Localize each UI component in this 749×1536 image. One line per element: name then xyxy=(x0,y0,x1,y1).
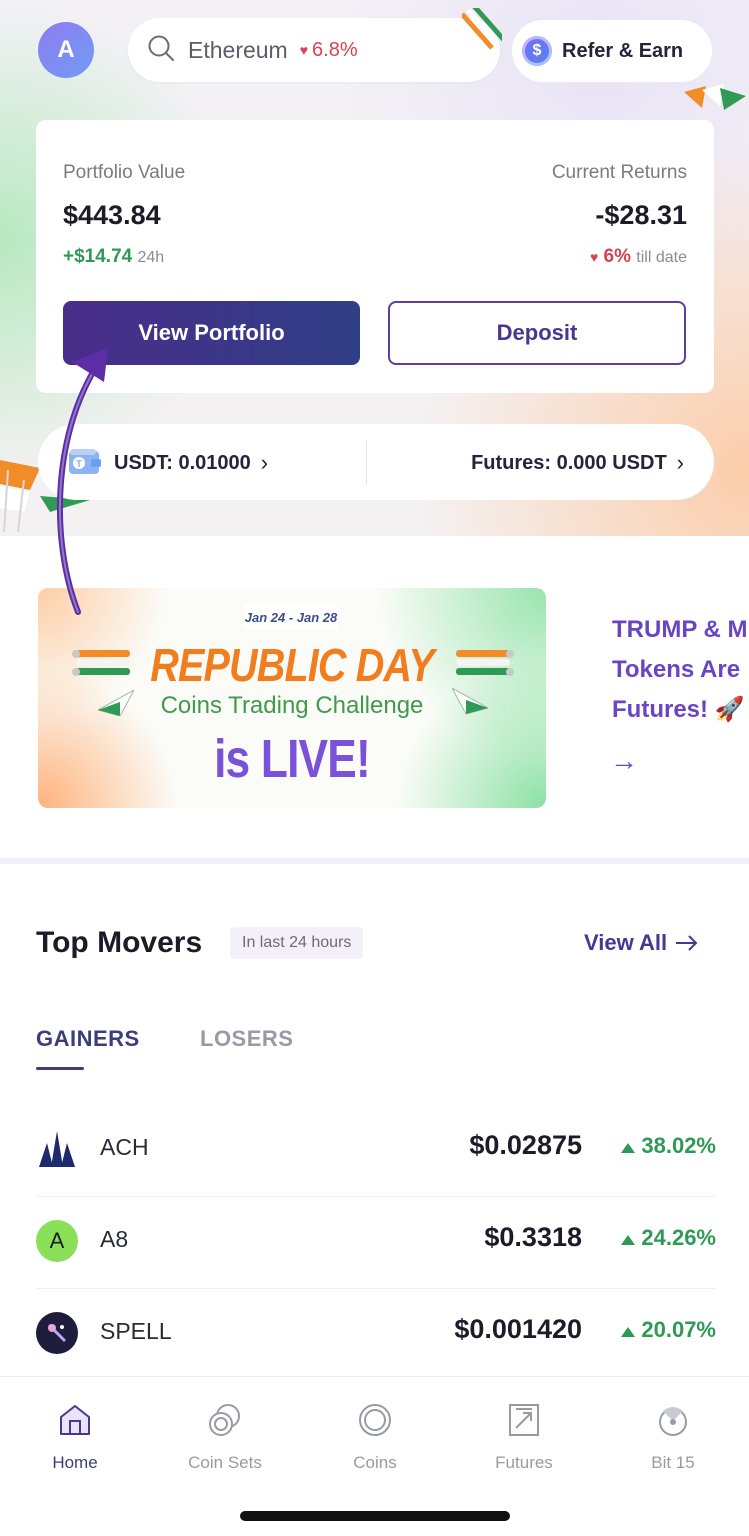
chevron-right-icon: › xyxy=(676,450,684,475)
time-range-chip: In last 24 hours xyxy=(230,927,364,959)
avatar[interactable]: A xyxy=(38,22,94,78)
tab-gainers[interactable]: GAINERS xyxy=(36,1026,140,1052)
coin-price: $0.02875 xyxy=(469,1130,582,1160)
nav-futures[interactable]: Futures xyxy=(464,1401,584,1473)
flag-decoration-icon xyxy=(684,84,746,110)
nav-label: Coin Sets xyxy=(188,1453,262,1472)
referral-coin-icon: $ xyxy=(522,36,552,66)
banner-side-line: Futures! 🚀 xyxy=(612,696,745,723)
nav-label: Home xyxy=(52,1453,98,1472)
refer-earn-label: Refer & Earn xyxy=(562,39,684,62)
coin-price: $0.001420 xyxy=(454,1314,582,1344)
search-trending-coin: Ethereum xyxy=(188,36,288,63)
row-divider xyxy=(36,1288,716,1289)
portfolio-24h-change: +$14.74 24h xyxy=(63,246,164,268)
ach-coin-icon xyxy=(36,1128,78,1170)
returns-pct-suffix: till date xyxy=(636,249,687,266)
wallet-icon: T xyxy=(69,449,101,474)
top-movers-title: Top Movers xyxy=(36,926,203,959)
row-divider xyxy=(36,1196,716,1197)
arrow-right-icon xyxy=(676,935,698,951)
banner-live-text: is LIVE! xyxy=(214,729,371,789)
coin-symbol: A8 xyxy=(100,1226,129,1252)
spell-coin-icon xyxy=(36,1312,78,1354)
search-change-value: 6.8% xyxy=(312,38,358,61)
balance-bar: T USDT: 0.01000 › Futures: 0.000 USDT › xyxy=(38,424,714,500)
coins-icon xyxy=(359,1404,391,1436)
bit15-icon xyxy=(659,1407,687,1436)
futures-balance: Futures: 0.000 USDT xyxy=(471,451,667,474)
portfolio-24h-suffix: 24h xyxy=(137,249,165,266)
deposit-button[interactable]: Deposit xyxy=(388,301,686,365)
coin-symbol: ACH xyxy=(100,1134,149,1160)
current-returns-label: Current Returns xyxy=(551,162,687,183)
divider xyxy=(366,440,367,484)
nav-label: Coins xyxy=(353,1453,397,1472)
banner-side-line: TRUMP & M xyxy=(612,616,748,643)
portfolio-card: Portfolio Value Current Returns $443.84 … xyxy=(36,120,714,393)
down-heart-icon: ♥ xyxy=(589,249,599,265)
refer-earn-button[interactable]: $ Refer & Earn xyxy=(512,20,712,82)
down-heart-icon: ♥ xyxy=(299,42,309,58)
republic-day-banner[interactable]: Jan 24 - Jan 28 REPUBLIC DAY Coins Tradi… xyxy=(38,588,546,808)
nav-coin-sets[interactable]: Coin Sets xyxy=(165,1401,285,1473)
search-bar[interactable]: Ethereum ♥ 6.8% xyxy=(128,18,500,82)
coin-change: 38.02% xyxy=(621,1133,716,1159)
portfolio-value-label: Portfolio Value xyxy=(63,162,186,183)
nav-label: Futures xyxy=(495,1453,553,1472)
home-indicator xyxy=(240,1511,510,1521)
returns-pct-change: ♥ 6% till date xyxy=(590,246,687,268)
portfolio-value: $443.84 xyxy=(63,200,161,230)
current-returns-value: -$28.31 xyxy=(595,200,687,230)
chevron-right-icon: › xyxy=(260,450,269,475)
coin-symbol: SPELL xyxy=(100,1318,172,1344)
up-triangle-icon xyxy=(621,1327,636,1337)
flag-decoration-icon xyxy=(462,8,502,50)
arrow-right-icon[interactable]: → xyxy=(610,745,638,777)
view-all-label: View All xyxy=(584,930,668,955)
mover-row-ach[interactable]: ACH $0.02875 38.02% xyxy=(36,1106,716,1198)
coin-price: $0.3318 xyxy=(484,1222,582,1252)
nav-bit15[interactable]: Bit 15 xyxy=(613,1401,733,1473)
futures-icon xyxy=(509,1404,539,1436)
usdt-balance-link[interactable]: USDT: 0.01000 › xyxy=(114,450,268,476)
futures-balance-link[interactable]: Futures: 0.000 USDT › xyxy=(471,450,684,476)
coin-change-value: 20.07% xyxy=(641,1317,716,1342)
svg-text:T: T xyxy=(75,460,82,470)
coin-sets-icon xyxy=(209,1404,240,1436)
usdt-balance: USDT: 0.01000 xyxy=(114,451,251,474)
mover-row-a8[interactable]: A A8 $0.3318 24.26% xyxy=(36,1198,716,1290)
header-hero: A Ethereum ♥ 6.8% $ Refer & Earn Portfol… xyxy=(0,0,749,536)
search-trending-change: ♥ 6.8% xyxy=(300,39,358,62)
trump-banner[interactable]: TRUMP & M Tokens Are Futures! 🚀 xyxy=(612,610,749,730)
banner-date: Jan 24 - Jan 28 xyxy=(244,604,338,630)
nav-label: Bit 15 xyxy=(651,1453,695,1472)
avatar-letter: A xyxy=(57,36,75,63)
coin-change: 20.07% xyxy=(621,1317,716,1343)
banner-title: REPUBLIC DAY xyxy=(150,639,434,691)
active-tab-indicator xyxy=(36,1067,84,1070)
up-triangle-icon xyxy=(621,1143,636,1153)
up-triangle-icon xyxy=(621,1235,636,1245)
portfolio-24h-change-value: +$14.74 xyxy=(63,246,133,267)
mover-row-spell[interactable]: SPELL $0.001420 20.07% xyxy=(36,1290,716,1382)
view-all-link[interactable]: View All xyxy=(584,930,699,956)
search-icon xyxy=(146,33,176,68)
coin-change-value: 38.02% xyxy=(641,1133,716,1158)
home-icon xyxy=(60,1405,90,1435)
view-portfolio-button[interactable]: View Portfolio xyxy=(63,301,360,365)
home-screen: A Ethereum ♥ 6.8% $ Refer & Earn Portfol… xyxy=(0,0,749,1536)
nav-coins[interactable]: Coins xyxy=(315,1401,435,1473)
tab-losers[interactable]: LOSERS xyxy=(200,1026,293,1052)
a8-coin-icon: A xyxy=(36,1220,78,1262)
coin-change-value: 24.26% xyxy=(641,1225,716,1250)
returns-pct-value: 6% xyxy=(603,246,632,267)
section-divider xyxy=(0,858,749,864)
banner-side-line: Tokens Are xyxy=(612,656,741,683)
coin-change: 24.26% xyxy=(621,1225,716,1251)
nav-home[interactable]: Home xyxy=(15,1401,135,1473)
banner-subtitle: Coins Trading Challenge xyxy=(160,692,424,719)
